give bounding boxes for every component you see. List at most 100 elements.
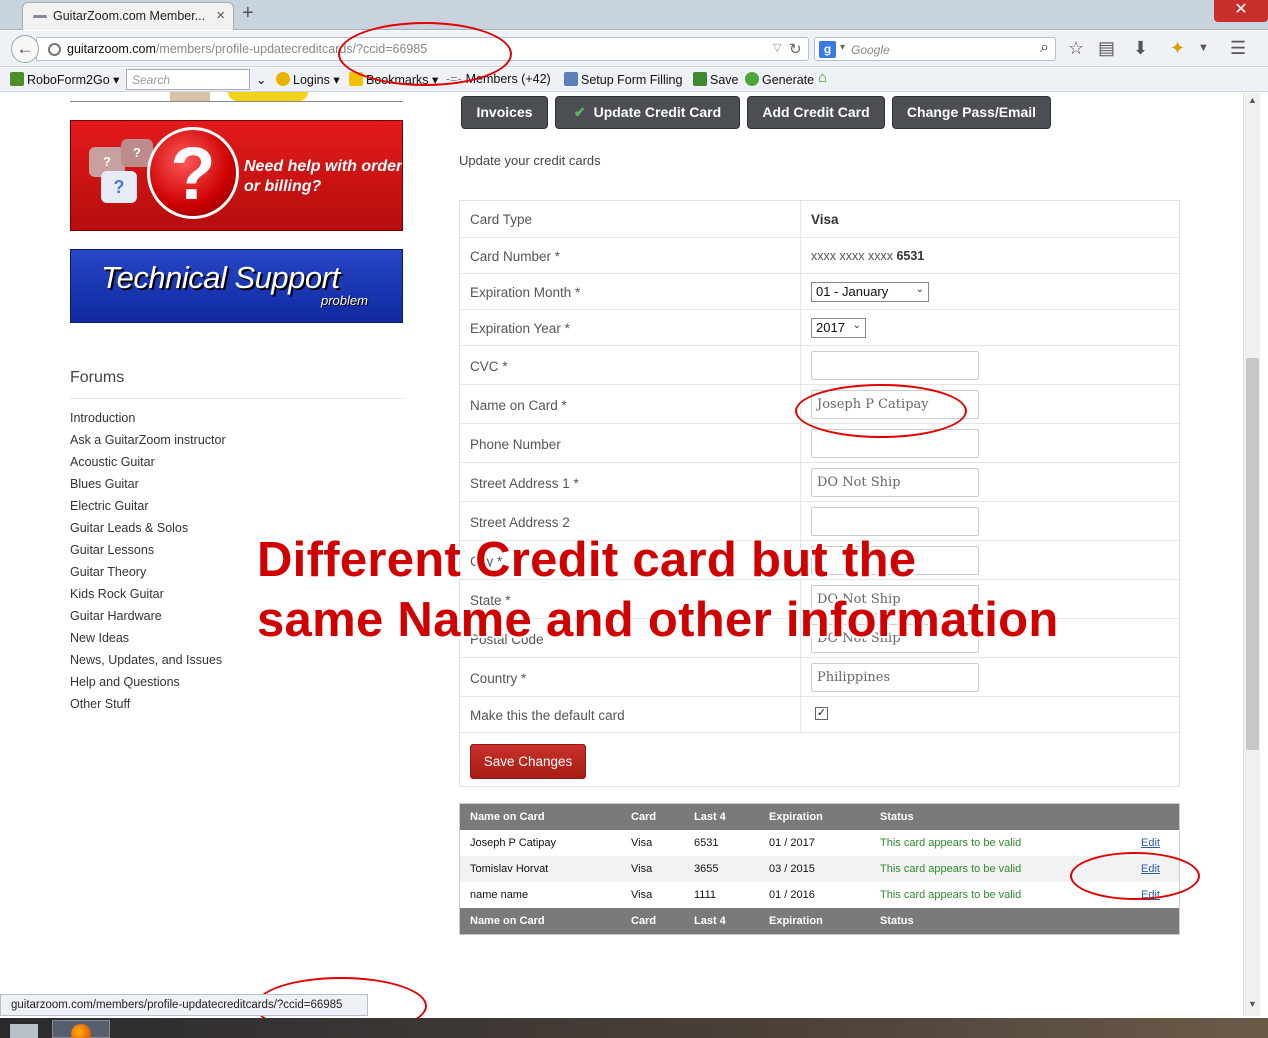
annotation-caption: Different Credit card but the same Name … — [257, 530, 1059, 650]
setup-label: Setup Form Filling — [581, 73, 683, 87]
tab-update-label: Update Credit Card — [593, 104, 722, 120]
country-label: Country * — [470, 671, 527, 686]
url-host: guitarzoom.com — [67, 42, 156, 56]
card-number-value: xxxx xxxx xxxx 6531 — [811, 249, 924, 263]
scroll-up-icon[interactable]: ▲ — [1248, 95, 1257, 105]
link-status-bar: guitarzoom.com/members/profile-updatecre… — [0, 994, 368, 1016]
save-changes-button[interactable]: Save Changes — [470, 744, 586, 779]
expiration-year-select[interactable]: 2017 ⌄ — [811, 318, 866, 338]
generate-button[interactable]: Generate — [745, 72, 814, 87]
forum-link[interactable]: Kids Rock Guitar — [70, 585, 226, 607]
edit-link[interactable]: Edit — [1141, 837, 1160, 849]
firefox-icon — [71, 1024, 91, 1038]
annotation-line-1: Different Credit card but the — [257, 533, 917, 587]
card-number-last4: 6531 — [896, 249, 925, 263]
setup-form-filling-button[interactable]: Setup Form Filling — [564, 72, 682, 87]
search-placeholder: Google — [851, 43, 890, 57]
forum-link[interactable]: Acoustic Guitar — [70, 453, 226, 475]
country-input[interactable]: Philippines — [811, 663, 979, 692]
default-card-label: Make this the default card — [470, 708, 625, 723]
scroll-down-icon[interactable]: ▼ — [1248, 999, 1257, 1009]
forum-link[interactable]: News, Updates, and Issues — [70, 651, 226, 673]
forum-link[interactable]: Other Stuff — [70, 695, 226, 717]
forum-link[interactable]: New Ideas — [70, 629, 226, 651]
tab-update-credit-card[interactable]: ✔ Update Credit Card — [555, 96, 740, 129]
taskbar-browser-button[interactable] — [52, 1020, 110, 1038]
cell-card: Visa — [631, 889, 653, 901]
search-engine-box[interactable]: g ▾ Google ⌕ — [814, 37, 1056, 61]
close-window-button[interactable]: ✕ — [1214, 0, 1268, 22]
forum-link[interactable]: Ask a GuitarZoom instructor — [70, 431, 226, 453]
logins-button[interactable]: Logins ▾ — [276, 72, 340, 87]
toolbar-search-placeholder: Search — [132, 73, 171, 87]
back-button[interactable]: ← — [11, 35, 39, 63]
forums-list: Introduction Ask a GuitarZoom instructor… — [70, 409, 226, 717]
tech-support-subtitle: problem — [321, 293, 368, 308]
bookmark-star-icon[interactable]: ☆ — [1068, 38, 1084, 59]
technical-support-banner[interactable]: Technical Support problem — [70, 249, 403, 323]
browser-tab[interactable]: GuitarZoom.com Member... × — [22, 2, 234, 30]
roboform-label: RoboForm2Go — [27, 73, 110, 87]
cell-status: This card appears to be valid — [880, 837, 1022, 849]
forums-heading: Forums — [70, 369, 125, 386]
forum-link[interactable]: Guitar Lessons — [70, 541, 226, 563]
chevron-down-icon[interactable]: ⌄ — [256, 72, 266, 87]
download-icon[interactable]: ⬇ — [1133, 38, 1148, 59]
new-tab-button[interactable]: + — [242, 2, 254, 25]
cell-status: This card appears to be valid — [880, 863, 1022, 875]
forum-link[interactable]: Guitar Hardware — [70, 607, 226, 629]
table-footer: Name on Card Card Last 4 Expiration Stat… — [460, 908, 1179, 934]
cvc-input[interactable] — [811, 351, 979, 380]
roboform-button[interactable]: RoboForm2Go ▾ — [10, 72, 119, 87]
reload-icon[interactable]: ↻ — [789, 40, 802, 58]
save-form-button[interactable]: Save — [693, 72, 739, 87]
start-icon[interactable] — [10, 1024, 38, 1038]
tab-title: GuitarZoom.com Member... — [53, 9, 206, 23]
page-scrollbar[interactable]: ▲ ▼ — [1243, 93, 1260, 1016]
forum-link[interactable]: Introduction — [70, 409, 226, 431]
sidebar-image-partial — [70, 92, 403, 102]
default-card-checkbox[interactable]: ✓ — [815, 707, 828, 720]
tab-change-pass-email[interactable]: Change Pass/Email — [892, 96, 1051, 129]
street1-label: Street Address 1 * — [470, 476, 579, 491]
cell-expiration: 01 / 2016 — [769, 889, 815, 901]
chevron-down-icon[interactable]: ▾ — [840, 42, 845, 53]
menu-icon[interactable]: ☰ — [1230, 38, 1246, 59]
forum-link[interactable]: Electric Guitar — [70, 497, 226, 519]
help-billing-banner[interactable]: ? ? ? ? Need help with order or billing? — [70, 120, 403, 231]
url-dropdown-icon[interactable]: ▽ — [773, 41, 781, 54]
name-label: Name on Card * — [470, 398, 567, 413]
toolbar-search-input[interactable]: Search — [126, 69, 250, 90]
tab-add-credit-card[interactable]: Add Credit Card — [747, 96, 885, 129]
default-card-row: Make this the default card ✓ — [460, 696, 1179, 732]
expiration-month-select[interactable]: 01 - January ⌄ — [811, 282, 929, 302]
google-icon: g — [819, 41, 836, 58]
tab-invoices[interactable]: Invoices — [461, 96, 548, 129]
street1-input[interactable]: DO Not Ship — [811, 468, 979, 497]
search-icon[interactable]: ⌕ — [1040, 39, 1049, 57]
forum-link[interactable]: Help and Questions — [70, 673, 226, 695]
roboform-icon[interactable]: ✦ — [1170, 38, 1185, 59]
home-icon[interactable]: ⌂ — [818, 69, 827, 86]
cell-name: Tomislav Horvat — [470, 863, 549, 875]
reading-list-icon[interactable]: ▤ — [1098, 38, 1115, 59]
country-row: Country * Philippines — [460, 657, 1179, 696]
cell-name: name name — [470, 889, 529, 901]
generate-icon — [745, 72, 759, 86]
header-last4: Last 4 — [694, 811, 726, 823]
expiration-year-label: Expiration Year * — [470, 321, 570, 336]
card-number-row: Card Number * xxxx xxxx xxxx 6531 — [460, 237, 1179, 273]
scrollbar-thumb[interactable] — [1246, 358, 1259, 750]
forum-link[interactable]: Guitar Theory — [70, 563, 226, 585]
chevron-down-icon[interactable]: ▼ — [1198, 42, 1209, 54]
help-banner-text: Need help with order or billing? — [244, 158, 403, 195]
table-header: Name on Card Card Last 4 Expiration Stat… — [460, 804, 1179, 830]
question-mark-icon: ? — [147, 127, 239, 219]
close-tab-icon[interactable]: × — [216, 7, 225, 24]
cell-last4: 3655 — [694, 863, 719, 875]
footer-name: Name on Card — [470, 915, 545, 927]
forum-link[interactable]: Guitar Leads & Solos — [70, 519, 226, 541]
expiration-month-row: Expiration Month * 01 - January ⌄ — [460, 273, 1179, 309]
cell-name: Joseph P Catipay — [470, 837, 557, 849]
forum-link[interactable]: Blues Guitar — [70, 475, 226, 497]
